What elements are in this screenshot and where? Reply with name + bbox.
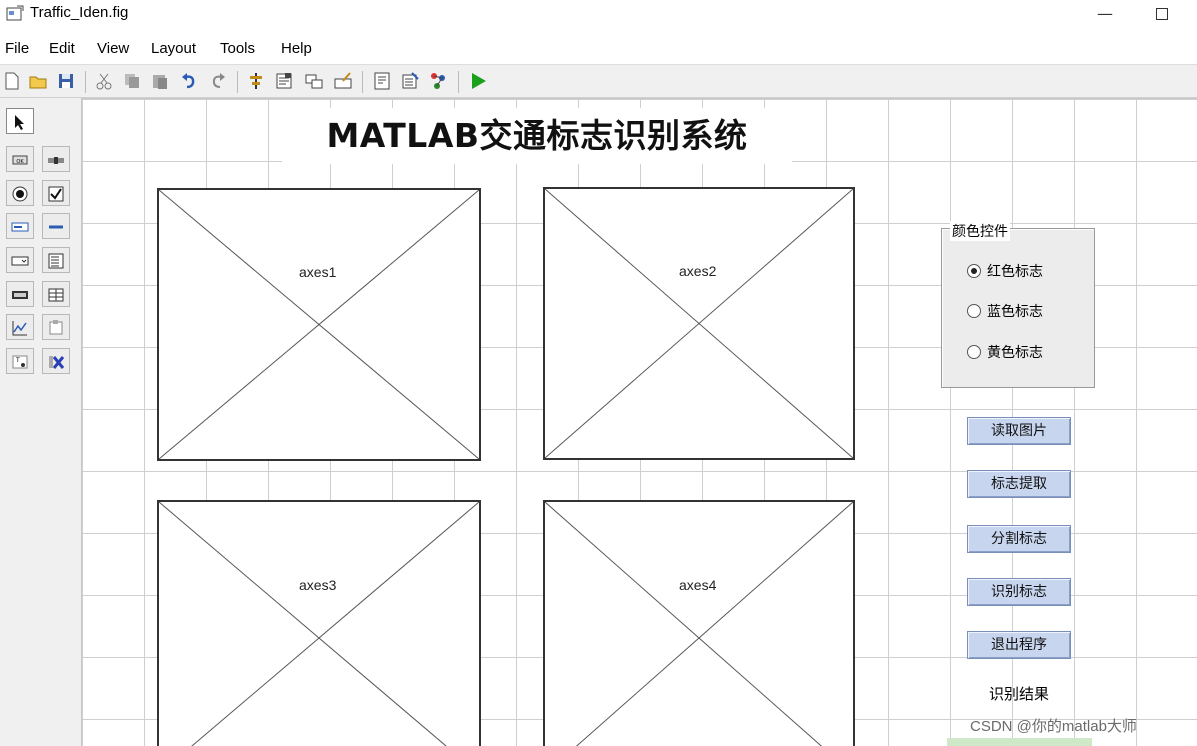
- property-inspector-icon[interactable]: [400, 71, 420, 91]
- toolbar-separator: [85, 71, 86, 93]
- menu-editor-icon[interactable]: [274, 71, 294, 91]
- watermark: CSDN @你的matlab大师: [970, 718, 1137, 735]
- copy-icon[interactable]: [122, 71, 142, 91]
- static-text-tool[interactable]: [42, 213, 70, 239]
- edit-text-icon: [11, 222, 29, 232]
- menu-tools[interactable]: Tools: [220, 40, 255, 57]
- toggle-button-tool[interactable]: [6, 281, 34, 307]
- axes-placeholder-cross: [159, 502, 479, 746]
- toolbar-separator: [458, 71, 459, 93]
- align-icon[interactable]: [246, 71, 266, 91]
- axes-label: axes1: [297, 264, 339, 280]
- button-group-title: 颜色控件: [950, 221, 1010, 241]
- extract-sign-button[interactable]: 标志提取: [967, 470, 1071, 498]
- result-label[interactable]: 识别结果: [989, 683, 1049, 704]
- axes-placeholder-cross: [545, 189, 853, 458]
- toolbar: [0, 64, 1197, 98]
- axes-1[interactable]: axes1: [157, 188, 481, 461]
- maximize-icon: [1156, 8, 1168, 20]
- radio-indicator: [967, 304, 981, 318]
- cut-icon[interactable]: [94, 71, 114, 91]
- toolbar-separator: [362, 71, 363, 93]
- radio-red-sign[interactable]: 红色标志: [967, 261, 1043, 281]
- toggle-button-icon: [12, 291, 28, 299]
- push-button-tool[interactable]: OK: [6, 146, 34, 172]
- read-image-button[interactable]: 读取图片: [967, 417, 1071, 445]
- radio-label: 黄色标志: [987, 345, 1043, 361]
- static-text-icon: [49, 225, 63, 229]
- axes-placeholder-cross: [159, 190, 479, 459]
- menu-bar: File Edit View Layout Tools Help: [0, 34, 1197, 64]
- slider-tool[interactable]: [42, 146, 70, 172]
- radio-button-tool[interactable]: [6, 180, 34, 206]
- editor-icon[interactable]: [372, 71, 392, 91]
- minimize-button[interactable]: —: [1085, 2, 1125, 26]
- window-title: Traffic_Iden.fig: [30, 4, 129, 21]
- table-tool[interactable]: [42, 281, 70, 307]
- push-button-icon: OK: [12, 155, 28, 165]
- popup-menu-tool[interactable]: [6, 247, 34, 273]
- select-tool-icon: [15, 115, 24, 130]
- figure-title[interactable]: MATLAB交通标志识别系统: [282, 108, 792, 164]
- axes-tool[interactable]: [6, 314, 34, 340]
- axes-label: axes3: [297, 577, 339, 593]
- activex-tool[interactable]: [42, 348, 70, 374]
- activex-icon: [49, 356, 65, 369]
- axes-placeholder-cross: [545, 502, 853, 746]
- axes-label: axes2: [677, 263, 719, 279]
- menu-help[interactable]: Help: [281, 40, 312, 57]
- save-icon[interactable]: [56, 71, 76, 91]
- axes-2[interactable]: axes2: [543, 187, 855, 460]
- listbox-tool[interactable]: [42, 247, 70, 273]
- toolbar-editor-icon[interactable]: [333, 71, 353, 91]
- axes-4[interactable]: axes4: [543, 500, 855, 746]
- radio-indicator: [967, 345, 981, 359]
- select-tool[interactable]: [6, 108, 34, 134]
- panel-icon: [49, 320, 63, 335]
- radio-button-icon: [12, 186, 28, 202]
- result-edit-box[interactable]: [947, 738, 1092, 746]
- exit-program-button[interactable]: 退出程序: [967, 631, 1071, 659]
- menu-view[interactable]: View: [97, 40, 129, 57]
- table-icon: [48, 288, 64, 302]
- menu-layout[interactable]: Layout: [151, 40, 196, 57]
- radio-label: 蓝色标志: [987, 304, 1043, 320]
- paste-icon[interactable]: [150, 71, 170, 91]
- button-group-tool[interactable]: T: [6, 348, 34, 374]
- recognize-sign-button[interactable]: 识别标志: [967, 578, 1071, 606]
- axes-3[interactable]: axes3: [157, 500, 481, 746]
- popup-menu-icon: [11, 256, 29, 266]
- object-browser-icon[interactable]: [428, 71, 448, 91]
- guide-figure-icon: [6, 5, 24, 21]
- panel-tool[interactable]: [42, 314, 70, 340]
- radio-blue-sign[interactable]: 蓝色标志: [967, 301, 1043, 321]
- toolbar-separator: [237, 71, 238, 93]
- maximize-button[interactable]: [1142, 2, 1182, 26]
- radio-indicator: [967, 264, 981, 278]
- component-palette: OK T: [0, 98, 82, 746]
- edit-text-tool[interactable]: [6, 213, 34, 239]
- checkbox-icon: [48, 186, 64, 202]
- open-folder-icon[interactable]: [28, 71, 48, 91]
- segment-sign-button[interactable]: 分割标志: [967, 525, 1071, 553]
- title-bar: Traffic_Iden.fig —: [0, 0, 1197, 30]
- tab-order-icon[interactable]: [304, 71, 324, 91]
- axes-label: axes4: [677, 577, 719, 593]
- axes-icon: [12, 321, 27, 336]
- redo-icon[interactable]: [208, 71, 228, 91]
- menu-file[interactable]: File: [5, 40, 29, 57]
- menu-edit[interactable]: Edit: [49, 40, 75, 57]
- svg-text:OK: OK: [16, 159, 24, 165]
- undo-icon[interactable]: [179, 71, 199, 91]
- button-group-icon: T: [12, 355, 28, 369]
- checkbox-tool[interactable]: [42, 180, 70, 206]
- run-icon[interactable]: [468, 71, 488, 91]
- new-file-icon[interactable]: [2, 71, 22, 91]
- listbox-icon: [48, 253, 64, 269]
- radio-label: 红色标志: [987, 264, 1043, 280]
- slider-icon: [48, 157, 64, 164]
- radio-yellow-sign[interactable]: 黄色标志: [967, 342, 1043, 362]
- svg-text:T: T: [15, 357, 20, 364]
